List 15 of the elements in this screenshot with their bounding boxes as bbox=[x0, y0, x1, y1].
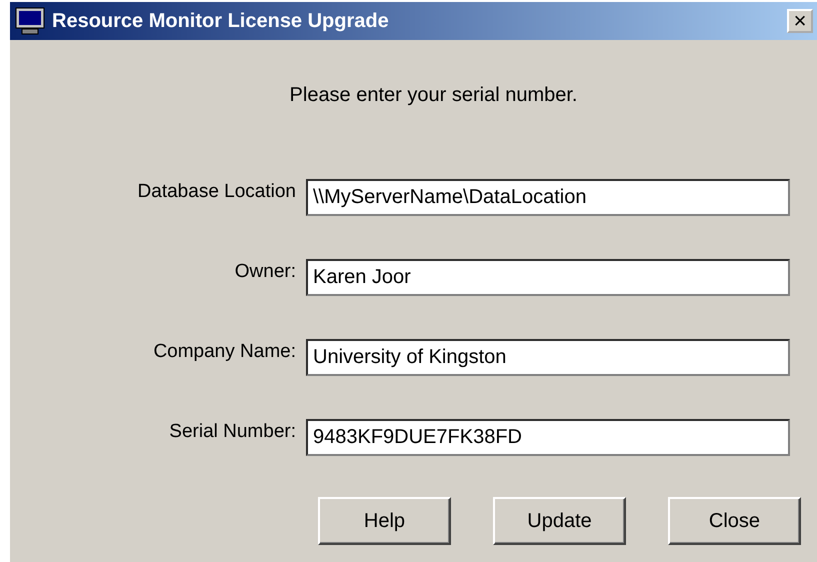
dialog-button[interactable]: Close bbox=[668, 497, 801, 545]
prompt-text: Please enter your serial number. bbox=[288, 84, 578, 107]
field-label: Database Location bbox=[136, 181, 297, 203]
dialog-button[interactable]: Help bbox=[318, 497, 451, 545]
monitor-icon bbox=[14, 7, 46, 35]
close-button[interactable]: × bbox=[787, 9, 813, 33]
text-field[interactable]: Karen Joor bbox=[306, 258, 790, 296]
field-label: Serial Number: bbox=[168, 421, 297, 443]
field-label: Owner: bbox=[234, 261, 297, 283]
text-field[interactable]: \\MyServerName\DataLocation bbox=[306, 178, 790, 216]
field-label: Company Name: bbox=[152, 341, 297, 363]
window-title: Resource Monitor License Upgrade bbox=[52, 10, 390, 32]
text-field[interactable]: University of Kingston bbox=[306, 338, 790, 376]
dialog-button[interactable]: Update bbox=[493, 497, 626, 545]
text-field[interactable]: 9483KF9DUE7FK38FD bbox=[306, 418, 790, 456]
